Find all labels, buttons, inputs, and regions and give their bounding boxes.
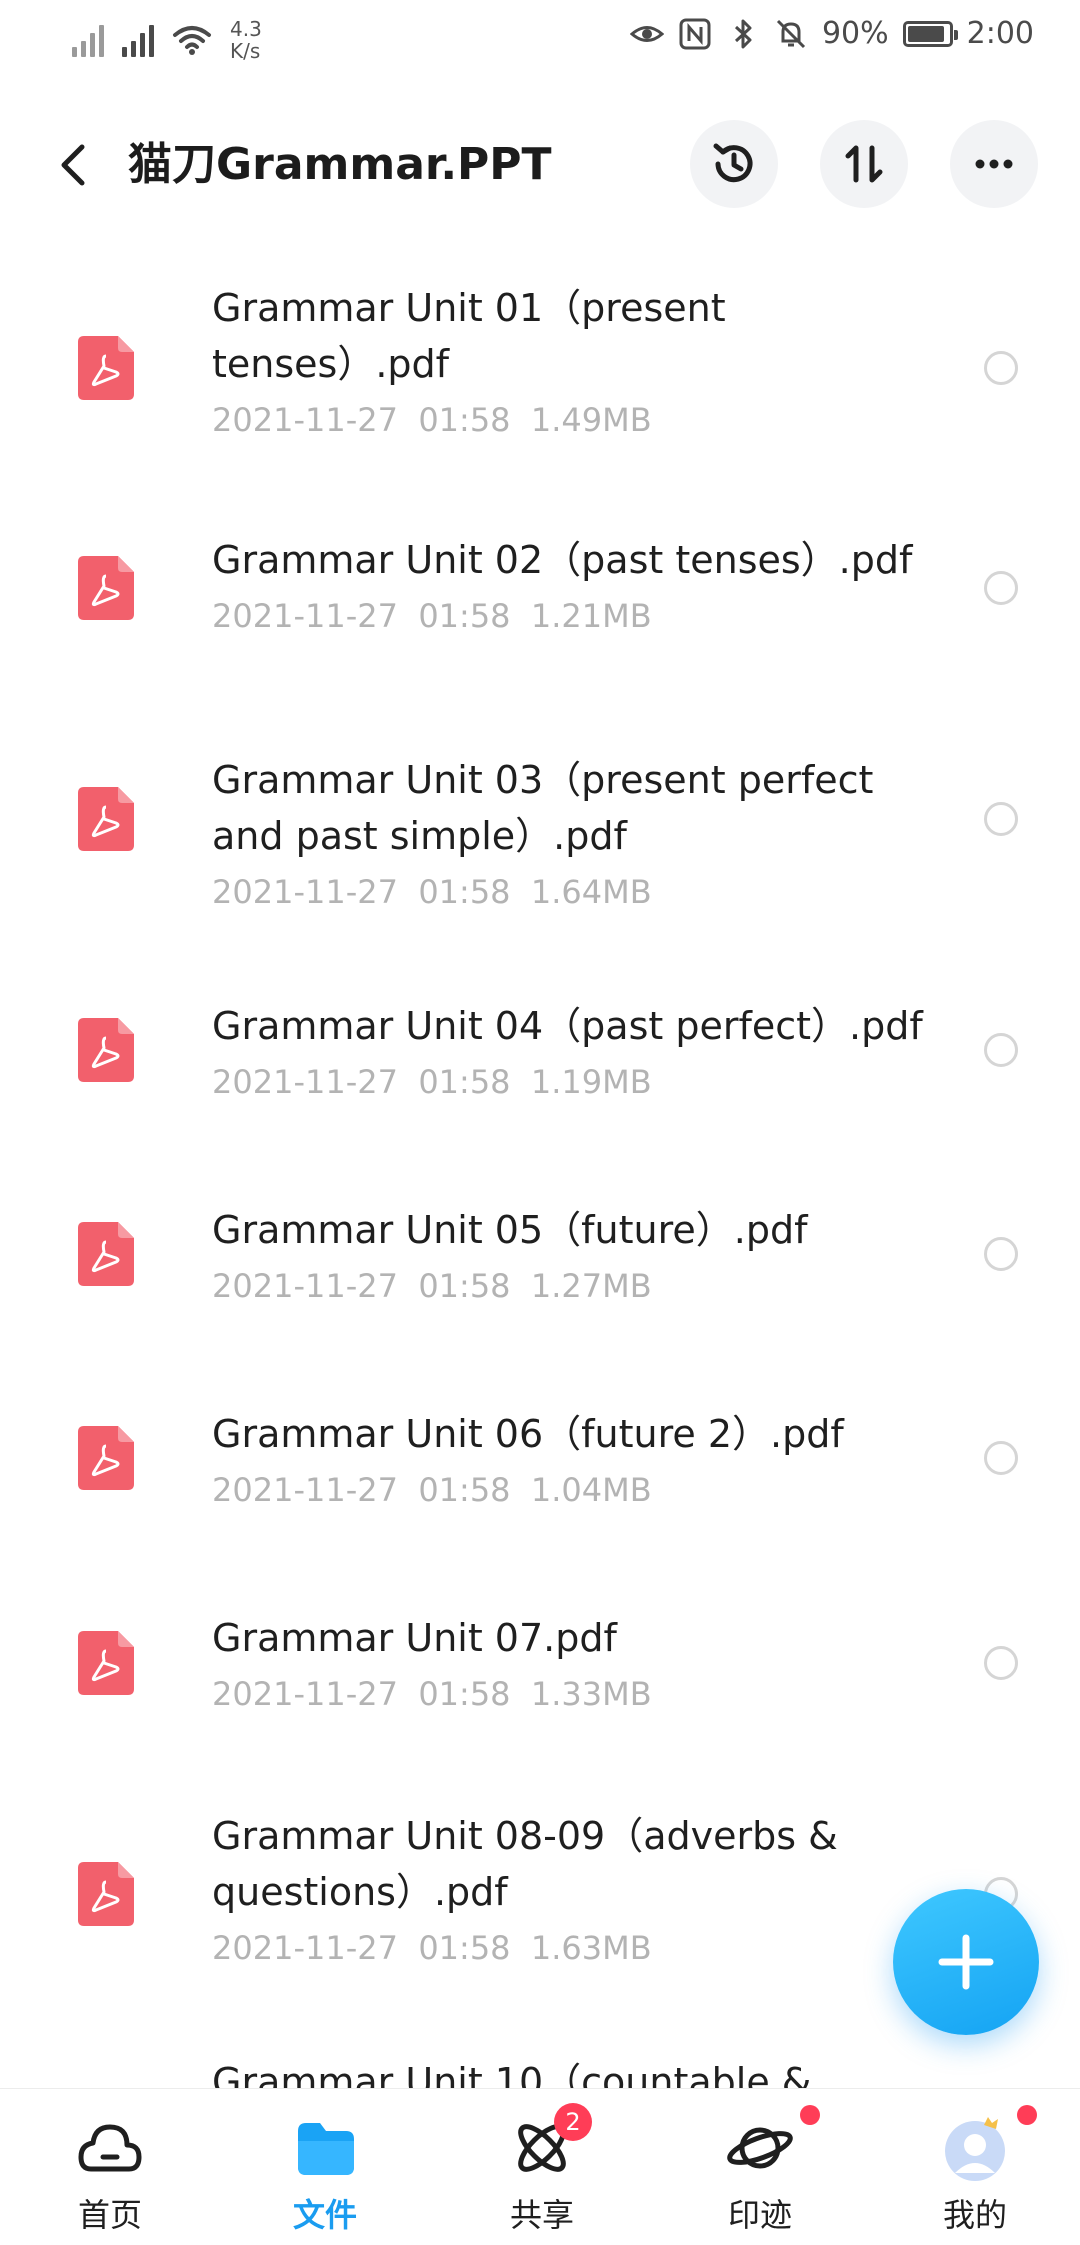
file-meta: 2021-11-27 01:58 1.21MB — [212, 597, 652, 635]
file-row[interactable]: Grammar Unit 10（countable & — [0, 2022, 1080, 2088]
pdf-file-icon — [78, 787, 134, 851]
status-right: 90% 2:00 — [629, 16, 1034, 51]
file-row[interactable]: Grammar Unit 06（future 2）.pdf 2021-11-27… — [0, 1356, 1080, 1560]
pdf-file-icon — [78, 1862, 134, 1926]
pdf-file-icon — [78, 1018, 134, 1082]
history-button[interactable] — [690, 120, 778, 208]
signal-sim2-icon — [122, 23, 154, 57]
chevron-left-icon — [61, 144, 85, 186]
status-bar: 4.3 K/s 90% 2:00 — [0, 0, 1080, 80]
file-text: Grammar Unit 02（past tenses）.pdf 2021-11… — [212, 532, 940, 640]
mine-notification-dot — [1017, 2105, 1037, 2125]
file-row[interactable]: Grammar Unit 07.pdf 2021-11-27 01:58 1.3… — [0, 1560, 1080, 1766]
select-radio[interactable] — [984, 1441, 1018, 1475]
file-meta: 2021-11-27 01:58 1.49MB — [212, 401, 652, 439]
bottom-nav: 首页 文件 2 共享 印迹 我的 — [0, 2088, 1080, 2245]
pdf-file-icon — [78, 336, 134, 400]
plus-icon — [938, 1934, 994, 1990]
file-name: Grammar Unit 06（future 2）.pdf — [212, 1412, 844, 1456]
planet-icon — [727, 2127, 793, 2169]
pdf-file-icon — [78, 1426, 134, 1490]
file-text: Grammar Unit 04（past perfect）.pdf 2021-1… — [212, 998, 940, 1106]
status-left: 4.3 K/s — [72, 18, 270, 62]
network-speed: 4.3 K/s — [230, 17, 262, 63]
nav-files[interactable]: 文件 — [245, 2089, 405, 2245]
traces-notification-dot — [800, 2105, 820, 2125]
file-text: Grammar Unit 01（present tenses）.pdf 2021… — [212, 280, 940, 444]
select-radio[interactable] — [984, 351, 1018, 385]
more-dots-icon — [975, 159, 1013, 169]
avatar-icon — [945, 2117, 1005, 2181]
file-row[interactable]: Grammar Unit 05（future）.pdf 2021-11-27 0… — [0, 1152, 1080, 1356]
nav-traces-label: 印迹 — [727, 2196, 792, 2234]
cloud-home-icon — [78, 2124, 142, 2172]
file-name: Grammar Unit 08-09（adverbs & questions）.… — [212, 1814, 838, 1914]
wifi-icon — [173, 26, 211, 55]
file-meta: 2021-11-27 01:58 1.04MB — [212, 1471, 652, 1509]
file-row[interactable]: Grammar Unit 03（present perfect and past… — [0, 690, 1080, 948]
file-meta: 2021-11-27 01:58 1.63MB — [212, 1929, 652, 1967]
select-radio[interactable] — [984, 1646, 1018, 1680]
file-name: Grammar Unit 02（past tenses）.pdf — [212, 538, 913, 582]
more-button[interactable] — [950, 120, 1038, 208]
history-icon — [713, 143, 753, 183]
battery-percent: 90% — [821, 16, 889, 51]
file-name: Grammar Unit 10（countable & — [212, 2060, 812, 2088]
select-radio[interactable] — [984, 571, 1018, 605]
nav-files-label: 文件 — [292, 2196, 357, 2234]
nav-share[interactable]: 2 共享 — [462, 2089, 622, 2245]
file-meta: 2021-11-27 01:58 1.33MB — [212, 1675, 652, 1713]
file-row[interactable]: Grammar Unit 04（past perfect）.pdf 2021-1… — [0, 948, 1080, 1152]
nav-traces[interactable]: 印迹 — [680, 2089, 840, 2245]
app-header: 猫刀Grammar.PPT — [0, 110, 1080, 220]
select-radio[interactable] — [984, 1237, 1018, 1271]
add-fab-button[interactable] — [893, 1889, 1039, 2035]
page-title: 猫刀Grammar.PPT — [128, 139, 552, 190]
file-text: Grammar Unit 06（future 2）.pdf 2021-11-27… — [212, 1406, 940, 1514]
pdf-file-icon — [78, 1631, 134, 1695]
mute-bell-icon — [776, 19, 805, 48]
file-name: Grammar Unit 07.pdf — [212, 1616, 617, 1660]
file-row[interactable]: Grammar Unit 01（present tenses）.pdf 2021… — [0, 250, 1080, 486]
folder-icon — [298, 2123, 354, 2175]
signal-sim1-icon — [72, 23, 104, 57]
file-meta: 2021-11-27 01:58 1.19MB — [212, 1063, 652, 1101]
nav-share-label: 共享 — [509, 2196, 574, 2234]
file-text: Grammar Unit 07.pdf 2021-11-27 01:58 1.3… — [212, 1610, 940, 1718]
eye-icon — [629, 25, 664, 42]
file-row[interactable]: Grammar Unit 02（past tenses）.pdf 2021-11… — [0, 486, 1080, 690]
clock: 2:00 — [966, 16, 1034, 51]
nav-mine-label: 我的 — [942, 2196, 1007, 2234]
file-text: Grammar Unit 03（present perfect and past… — [212, 752, 940, 916]
file-text: Grammar Unit 05（future）.pdf 2021-11-27 0… — [212, 1202, 940, 1310]
pdf-file-icon — [78, 1222, 134, 1286]
file-name: Grammar Unit 03（present perfect and past… — [212, 758, 874, 858]
pdf-file-icon — [78, 556, 134, 620]
battery-icon — [902, 20, 958, 47]
select-radio[interactable] — [984, 1033, 1018, 1067]
file-name: Grammar Unit 04（past perfect）.pdf — [212, 1004, 923, 1048]
sort-button[interactable] — [820, 120, 908, 208]
file-meta: 2021-11-27 01:58 1.27MB — [212, 1267, 652, 1305]
file-name: Grammar Unit 01（present tenses）.pdf — [212, 286, 726, 386]
sort-icon — [845, 145, 883, 183]
bluetooth-icon — [734, 19, 752, 48]
select-radio[interactable] — [984, 802, 1018, 836]
file-list[interactable]: Grammar Unit 01（present tenses）.pdf 2021… — [0, 250, 1080, 2088]
nav-home[interactable]: 首页 — [30, 2089, 190, 2245]
nfc-icon — [679, 18, 711, 49]
file-text: Grammar Unit 08-09（adverbs & questions）.… — [212, 1808, 940, 1972]
nav-mine[interactable]: 我的 — [895, 2089, 1055, 2245]
file-meta: 2021-11-27 01:58 1.64MB — [212, 873, 652, 911]
file-name: Grammar Unit 05（future）.pdf — [212, 1208, 808, 1252]
file-text: Grammar Unit 10（countable & — [212, 2054, 940, 2088]
back-button[interactable] — [44, 135, 104, 195]
nav-home-label: 首页 — [77, 2196, 142, 2234]
share-badge: 2 — [554, 2103, 592, 2141]
